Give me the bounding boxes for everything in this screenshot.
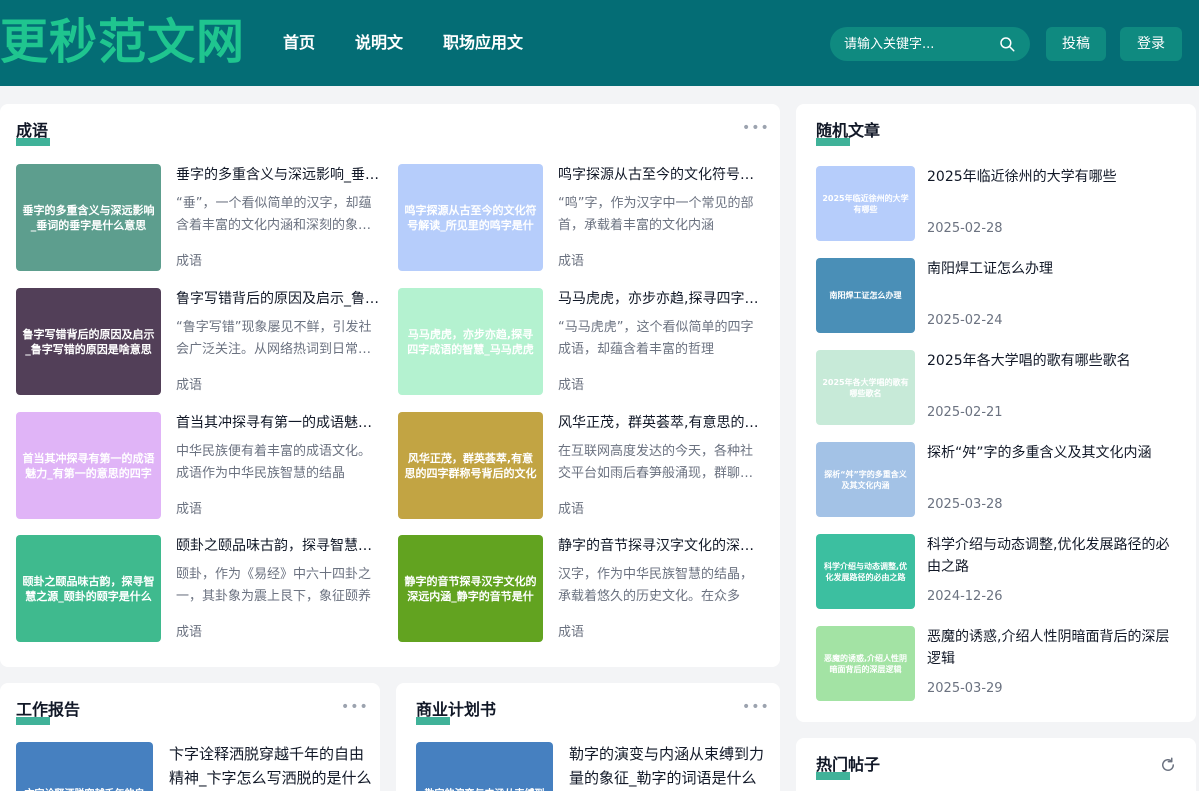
random-article-date: 2025-02-28 bbox=[927, 221, 1003, 236]
article-title[interactable]: 静字的音节探寻汉字文化的深远内涵_静字的音节是什 bbox=[558, 535, 763, 557]
more-icon[interactable]: ••• bbox=[341, 700, 369, 714]
article-thumbnail[interactable]: 颐卦之颐品味古韵，探寻智慧之源_颐卦的颐字是什么 bbox=[16, 535, 161, 642]
article-title[interactable]: 首当其冲探寻有第一的成语魅力_有第一的意思的四字 bbox=[176, 412, 381, 434]
random-article-thumbnail[interactable]: 2025年临近徐州的大学有哪些 bbox=[816, 166, 915, 241]
business-plan-section-title: 商业计划书 bbox=[416, 700, 497, 719]
article-category[interactable]: 成语 bbox=[176, 624, 202, 642]
random-article-thumbnail[interactable]: 恶魔的诱惑,介绍人性阴暗面背后的深层逻辑 bbox=[816, 626, 915, 701]
random-article-date: 2024-12-26 bbox=[927, 589, 1003, 604]
article-excerpt: 颐卦，作为《易经》中六十四卦之一，其卦象为震上艮下，象征颐养 bbox=[176, 567, 372, 604]
random-article-title[interactable]: 南阳焊工证怎么办理 bbox=[927, 258, 1172, 280]
search-icon[interactable] bbox=[998, 35, 1016, 53]
article-thumbnail[interactable]: 静字的音节探寻汉字文化的深远内涵_静字的音节是什 bbox=[398, 535, 543, 642]
article-thumbnail[interactable]: 马马虎虎，亦步亦趋,探寻四字成语的智慧_马马虎虎 bbox=[398, 288, 543, 395]
random-article-thumbnail[interactable]: 南阳焊工证怎么办理 bbox=[816, 258, 915, 333]
site-logo[interactable]: 更秒范文网 bbox=[0, 12, 245, 72]
article-title[interactable]: 风华正茂，群英荟萃,有意思的四字群称号背后的文化 bbox=[558, 412, 763, 434]
random-article-date: 2025-03-29 bbox=[927, 681, 1003, 696]
article-title[interactable]: 马马虎虎，亦步亦趋,探寻四字成语的智慧_马马虎虎 bbox=[558, 288, 763, 310]
article-thumbnail[interactable]: 鲁字写错背后的原因及启示_鲁字写错的原因是啥意思 bbox=[16, 288, 161, 395]
article-title[interactable]: 勒字的演变与内涵从束缚到力量的象征_勒字的词语是什么 bbox=[569, 742, 774, 790]
article-thumbnail[interactable]: 首当其冲探寻有第一的成语魅力_有第一的意思的四字 bbox=[16, 412, 161, 519]
work-report-section-title: 工作报告 bbox=[16, 700, 81, 719]
article-title[interactable]: 鲁字写错背后的原因及启示_鲁字写错的原因是啥意思 bbox=[176, 288, 381, 310]
article-category[interactable]: 成语 bbox=[558, 253, 584, 271]
random-article-title[interactable]: 科学介绍与动态调整,优化发展路径的必由之路 bbox=[927, 534, 1172, 578]
more-icon[interactable]: ••• bbox=[742, 121, 770, 135]
submit-button[interactable]: 投稿 bbox=[1046, 27, 1106, 61]
random-article-title[interactable]: 2025年各大学唱的歌有哪些歌名 bbox=[927, 350, 1172, 372]
login-button[interactable]: 登录 bbox=[1120, 27, 1182, 61]
random-article-date: 2025-03-28 bbox=[927, 497, 1003, 512]
article-category[interactable]: 成语 bbox=[558, 501, 584, 519]
article-title[interactable]: 鸣字探源从古至今的文化符号解读_所见里的鸣字是什 bbox=[558, 164, 763, 186]
article-excerpt: 在互联网高度发达的今天，各种社交平台如雨后春笋般涌现，群聊成为 bbox=[558, 444, 754, 481]
article-title[interactable]: 卞字诠释洒脱穿越千年的自由精神_卞字怎么写洒脱的是什么 bbox=[169, 742, 374, 790]
article-excerpt: “垂”，一个看似简单的汉字，却蕴含着丰富的文化内涵和深刻的象征意义 bbox=[176, 196, 372, 233]
article-thumbnail[interactable]: 鸣字探源从古至今的文化符号解读_所见里的鸣字是什 bbox=[398, 164, 543, 271]
random-article-thumbnail[interactable]: 2025年各大学唱的歌有哪些歌名 bbox=[816, 350, 915, 425]
article-thumbnail[interactable]: 勒字的演变与内涵从束缚到 bbox=[416, 742, 553, 791]
article-category[interactable]: 成语 bbox=[558, 624, 584, 642]
random-article-date: 2025-02-24 bbox=[927, 313, 1003, 328]
article-category[interactable]: 成语 bbox=[176, 377, 202, 395]
nav-home[interactable]: 首页 bbox=[283, 32, 315, 54]
random-article-date: 2025-02-21 bbox=[927, 405, 1003, 420]
random-article-title[interactable]: 2025年临近徐州的大学有哪些 bbox=[927, 166, 1172, 188]
article-category[interactable]: 成语 bbox=[558, 377, 584, 395]
random-article-thumbnail[interactable]: 科学介绍与动态调整,优化发展路径的必由之路 bbox=[816, 534, 915, 609]
article-excerpt: 中华民族便有着丰富的成语文化。成语作为中华民族智慧的结晶 bbox=[176, 444, 372, 481]
article-title[interactable]: 颐卦之颐品味古韵，探寻智慧之源_颐卦的颐字是什么 bbox=[176, 535, 381, 557]
random-article-title[interactable]: 恶魔的诱惑,介绍人性阴暗面背后的深层逻辑 bbox=[927, 626, 1172, 670]
search-input[interactable] bbox=[844, 27, 994, 61]
idioms-section-title: 成语 bbox=[16, 121, 49, 140]
site-header: 更秒范文网 首页 说明文 职场应用文 投稿 登录 bbox=[0, 0, 1199, 86]
article-thumbnail[interactable]: 风华正茂，群英荟萃,有意思的四字群称号背后的文化 bbox=[398, 412, 543, 519]
hot-posts-section-title: 热门帖子 bbox=[816, 755, 881, 774]
article-category[interactable]: 成语 bbox=[176, 501, 202, 519]
article-excerpt: 汉字，作为中华民族智慧的结晶，承载着悠久的历史文化。在众多 bbox=[558, 567, 754, 604]
random-article-title[interactable]: 探析“舛”字的多重含义及其文化内涵 bbox=[927, 442, 1172, 464]
article-title[interactable]: 垂字的多重含义与深远影响_垂词的垂字是什么意思 bbox=[176, 164, 381, 186]
nav-workplace[interactable]: 职场应用文 bbox=[443, 32, 523, 54]
refresh-icon[interactable] bbox=[1159, 756, 1177, 774]
nav-explanatory[interactable]: 说明文 bbox=[355, 32, 403, 54]
article-excerpt: “马马虎虎”，这个看似简单的四字成语，却蕴含着丰富的哲理 bbox=[558, 320, 754, 357]
article-excerpt: “鲁字写错”现象屡见不鲜，引发社会广泛关注。从网络热词到日常书写 bbox=[176, 320, 372, 357]
random-section-title: 随机文章 bbox=[816, 121, 881, 140]
article-category[interactable]: 成语 bbox=[176, 253, 202, 271]
more-icon[interactable]: ••• bbox=[742, 700, 770, 714]
article-thumbnail[interactable]: 卞字诠释洒脱穿越千年的自 bbox=[16, 742, 153, 791]
article-thumbnail[interactable]: 垂字的多重含义与深远影响_垂词的垂字是什么意思 bbox=[16, 164, 161, 271]
article-excerpt: “鸣”字，作为汉字中一个常见的部首，承载着丰富的文化内涵 bbox=[558, 196, 754, 233]
random-article-thumbnail[interactable]: 探析“舛”字的多重含义及其文化内涵 bbox=[816, 442, 915, 517]
